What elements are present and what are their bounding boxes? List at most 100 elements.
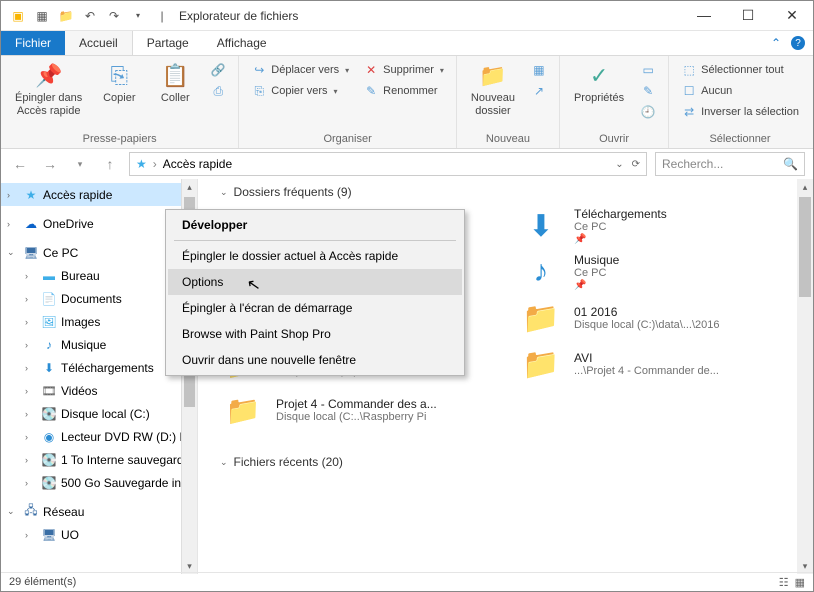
selall-label: Sélectionner tout: [701, 64, 784, 76]
chevron-right-icon: ›: [25, 530, 37, 540]
open-button[interactable]: ▭: [636, 60, 660, 80]
paste-shortcut-icon: ⎙: [210, 83, 226, 99]
view-details-icon[interactable]: ☷: [779, 576, 789, 589]
folder-01-2016[interactable]: 📁 01 2016Disque local (C:)\data\...\2016: [518, 295, 788, 341]
scroll-up-icon[interactable]: ▴: [182, 179, 197, 195]
open-icon: ▭: [640, 62, 656, 78]
qat-redo-icon[interactable]: ↷: [105, 7, 123, 25]
group-label-organize: Organiser: [247, 130, 448, 148]
section-recent[interactable]: ⌄ Fichiers récents (20): [198, 449, 813, 473]
sidebar-drive-1to[interactable]: ›💽1 To Interne sauvegarde: [1, 448, 197, 471]
properties-button[interactable]: ✓ Propriétés: [568, 60, 630, 107]
sidebar-network-uo[interactable]: ›🖥UO: [1, 523, 197, 546]
address-crumb-quick[interactable]: Accès rapide: [163, 157, 232, 171]
address-dropdown[interactable]: ⌄⟳: [615, 159, 640, 170]
select-none-button[interactable]: ☐Aucun: [677, 81, 803, 101]
edit-button[interactable]: ✎: [636, 81, 660, 101]
tab-fichier[interactable]: Fichier: [1, 31, 65, 55]
addr-separator-icon: ›: [153, 157, 157, 171]
search-box[interactable]: Recherch... 🔍: [655, 152, 805, 176]
folder-music[interactable]: ♪ MusiqueCe PC📌: [518, 249, 788, 295]
tab-affichage[interactable]: Affichage: [203, 31, 281, 55]
chevron-right-icon: ›: [25, 386, 37, 396]
nav-forward-button[interactable]: →: [39, 153, 61, 175]
nav-up-button[interactable]: ↑: [99, 153, 121, 175]
new-folder-button[interactable]: 📁 Nouveau dossier: [465, 60, 521, 120]
dropdown-caret-icon: ▾: [345, 66, 349, 75]
sidebar-disk-c[interactable]: ›💽Disque local (C:): [1, 402, 197, 425]
easy-access-button[interactable]: ↗: [527, 81, 551, 101]
qat-properties-icon[interactable]: ▦: [33, 7, 51, 25]
move-to-button[interactable]: ↪Déplacer vers▾: [247, 60, 353, 80]
disk-icon: 💽: [41, 406, 57, 422]
maximize-button[interactable]: ☐: [735, 7, 761, 24]
move-label: Déplacer vers: [271, 64, 339, 76]
rename-button[interactable]: ✎Renommer: [359, 81, 448, 101]
close-button[interactable]: ✕: [779, 7, 805, 24]
folder-projet4[interactable]: 📁 Projet 4 - Commander des a...Disque lo…: [220, 387, 490, 433]
sidebar-dvd[interactable]: ›◉Lecteur DVD RW (D:) Blu: [1, 425, 197, 448]
invert-selection-button[interactable]: ⇄Inverser la sélection: [677, 102, 803, 122]
qat-dropdown-icon[interactable]: ▾: [129, 7, 147, 25]
address-bar[interactable]: ★ › Accès rapide ⌄⟳: [129, 152, 647, 176]
search-placeholder: Recherch...: [662, 157, 723, 171]
help-icon[interactable]: ?: [791, 36, 805, 50]
folder-downloads[interactable]: ⬇ TéléchargementsCe PC📌: [518, 203, 788, 249]
qat-undo-icon[interactable]: ↶: [81, 7, 99, 25]
folder-avi[interactable]: 📁 AVI...\Projet 4 - Commander de...: [518, 341, 788, 387]
title-bar: ▣ ▦ 📁 ↶ ↷ ▾ | Explorateur de fichiers — …: [1, 1, 813, 31]
qat-newfolder-icon[interactable]: 📁: [57, 7, 75, 25]
ctx-options[interactable]: Options: [168, 269, 462, 295]
sidebar-label: Réseau: [43, 505, 84, 519]
ribbon-collapse-icon[interactable]: ⌃: [771, 36, 781, 50]
disk-icon: 💽: [41, 475, 57, 491]
chevron-right-icon: ›: [25, 409, 37, 419]
copy-button[interactable]: ⎘ Copier: [94, 60, 144, 107]
sidebar-network[interactable]: ⌄🖧Réseau: [1, 500, 197, 523]
folder-name: Téléchargements: [574, 207, 667, 221]
downloads-icon: ⬇: [41, 360, 57, 376]
view-large-icons-icon[interactable]: ▦: [795, 576, 805, 589]
window-title: Explorateur de fichiers: [179, 9, 298, 23]
scroll-up-icon[interactable]: ▴: [797, 179, 813, 195]
chevron-down-icon: ⌄: [220, 187, 228, 198]
sidebar-drive-500[interactable]: ›💽500 Go Sauvegarde inter: [1, 471, 197, 494]
section-frequent[interactable]: ⌄ Dossiers fréquents (9): [198, 179, 813, 203]
main-scrollbar[interactable]: ▴ ▾: [797, 179, 813, 574]
history-button[interactable]: 🕘: [636, 102, 660, 122]
select-all-button[interactable]: ⬚Sélectionner tout: [677, 60, 803, 80]
sidebar-quick-access[interactable]: ›★Accès rapide: [1, 183, 197, 206]
scrollbar-thumb[interactable]: [799, 197, 811, 297]
copy-to-button[interactable]: ⎘Copier vers▾: [247, 81, 353, 101]
paste-button[interactable]: 📋 Coller: [150, 60, 200, 107]
delete-button[interactable]: ✕Supprimer▾: [359, 60, 448, 80]
ctx-pin-current[interactable]: Épingler le dossier actuel à Accès rapid…: [168, 243, 462, 269]
section-title: Fichiers récents (20): [234, 455, 343, 469]
refresh-icon[interactable]: ⟳: [632, 159, 640, 170]
tab-accueil[interactable]: Accueil: [65, 31, 133, 55]
sidebar-label: Vidéos: [61, 384, 97, 398]
edit-icon: ✎: [640, 83, 656, 99]
ctx-pin-start[interactable]: Épingler à l'écran de démarrage: [168, 295, 462, 321]
selnone-label: Aucun: [701, 85, 732, 97]
sidebar-label: UO: [61, 528, 79, 542]
copy-path-button[interactable]: 🔗: [206, 60, 230, 80]
new-item-button[interactable]: ▦: [527, 60, 551, 80]
history-icon: 🕘: [640, 104, 656, 120]
properties-icon: ✓: [585, 62, 613, 90]
ctx-paintshop[interactable]: Browse with Paint Shop Pro: [168, 321, 462, 347]
tab-partage[interactable]: Partage: [133, 31, 203, 55]
status-bar: 29 élément(s) ☷ ▦: [1, 572, 813, 591]
nav-recent-button[interactable]: ▾: [69, 153, 91, 175]
nav-back-button[interactable]: ←: [9, 153, 31, 175]
qat-separator: |: [153, 7, 171, 25]
copy-label: Copier: [103, 92, 135, 105]
pin-quick-access-button[interactable]: 📌 Épingler dans Accès rapide: [9, 60, 88, 120]
minimize-button[interactable]: —: [691, 7, 717, 24]
ctx-new-window[interactable]: Ouvrir dans une nouvelle fenêtre: [168, 347, 462, 373]
sidebar-videos[interactable]: ›🎞Vidéos: [1, 379, 197, 402]
folder-name: AVI: [574, 351, 719, 365]
chevron-right-icon: ›: [25, 271, 37, 281]
ctx-developper[interactable]: Développer: [168, 212, 462, 238]
paste-shortcut-button[interactable]: ⎙: [206, 81, 230, 101]
